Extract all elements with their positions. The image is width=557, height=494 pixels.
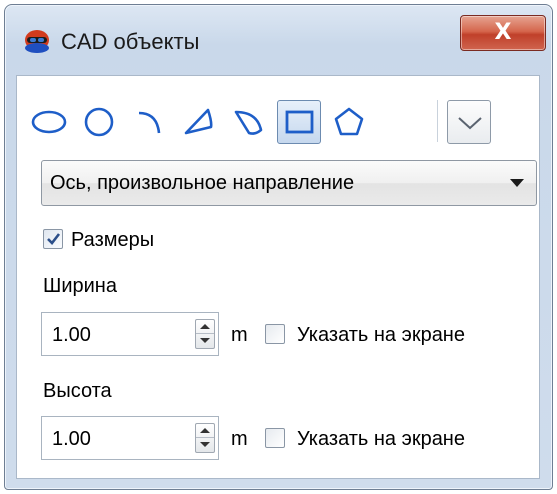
close-icon: X — [494, 20, 512, 45]
kite-icon — [184, 108, 213, 135]
pentagon-tool[interactable] — [327, 100, 371, 144]
arc-tool[interactable] — [127, 100, 171, 144]
height-decrement[interactable] — [196, 438, 214, 452]
circle-icon — [84, 107, 114, 137]
arrow-up-icon — [200, 324, 210, 329]
axis-direction-value: Ось, произвольное направление — [50, 172, 355, 194]
height-unit: m — [231, 428, 248, 450]
title-bar[interactable]: CAD объекты X — [5, 5, 552, 65]
ellipse-icon — [31, 110, 67, 134]
toolbar-separator — [437, 100, 439, 142]
width-label: Ширина — [43, 275, 117, 297]
height-spinbox[interactable]: 1.00 — [41, 416, 219, 460]
height-pick-label[interactable]: Указать на экране — [297, 427, 465, 451]
width-spinbox[interactable]: 1.00 — [41, 312, 219, 356]
dropdown-arrow-icon — [510, 179, 524, 187]
width-pick-label[interactable]: Указать на экране — [297, 323, 465, 347]
width-decrement[interactable] — [196, 334, 214, 348]
close-button[interactable]: X — [460, 15, 546, 51]
height-spin-buttons[interactable] — [195, 423, 215, 453]
width-spin-buttons[interactable] — [195, 319, 215, 349]
height-increment[interactable] — [196, 424, 214, 438]
ellipse-tool[interactable] — [27, 100, 71, 144]
kite-tool[interactable] — [177, 100, 221, 144]
width-increment[interactable] — [196, 320, 214, 334]
height-label: Высота — [43, 380, 112, 402]
arrow-up-icon — [200, 428, 210, 433]
height-pick-checkbox[interactable] — [265, 428, 285, 448]
arrow-down-icon — [200, 338, 210, 343]
window-title: CAD объекты — [61, 29, 200, 54]
chevron-down-icon — [458, 117, 482, 130]
more-shapes-button[interactable] — [447, 100, 491, 144]
shape-toolbar — [17, 76, 539, 148]
dialog-body: Ось, произвольное направление Размеры Ши… — [16, 75, 540, 479]
pentagon-icon — [334, 107, 364, 136]
height-value: 1.00 — [52, 428, 91, 450]
segment-tool[interactable] — [227, 100, 271, 144]
rectangle-tool[interactable] — [277, 100, 321, 144]
checkmark-icon — [47, 233, 61, 245]
width-value: 1.00 — [52, 324, 91, 346]
arrow-down-icon — [200, 442, 210, 447]
width-pick-checkbox[interactable] — [265, 324, 285, 344]
dimensions-checkbox[interactable] — [43, 229, 63, 249]
width-unit: m — [231, 324, 248, 346]
dimensions-label[interactable]: Размеры — [71, 228, 154, 252]
axis-direction-select[interactable]: Ось, произвольное направление — [41, 160, 537, 206]
app-icon — [25, 30, 49, 53]
rectangle-icon — [285, 110, 314, 134]
segment-icon — [234, 110, 263, 135]
circle-tool[interactable] — [77, 100, 121, 144]
arc-icon — [138, 111, 161, 134]
cad-objects-dialog: CAD объекты X Ось, произвольное направле… — [4, 4, 553, 490]
